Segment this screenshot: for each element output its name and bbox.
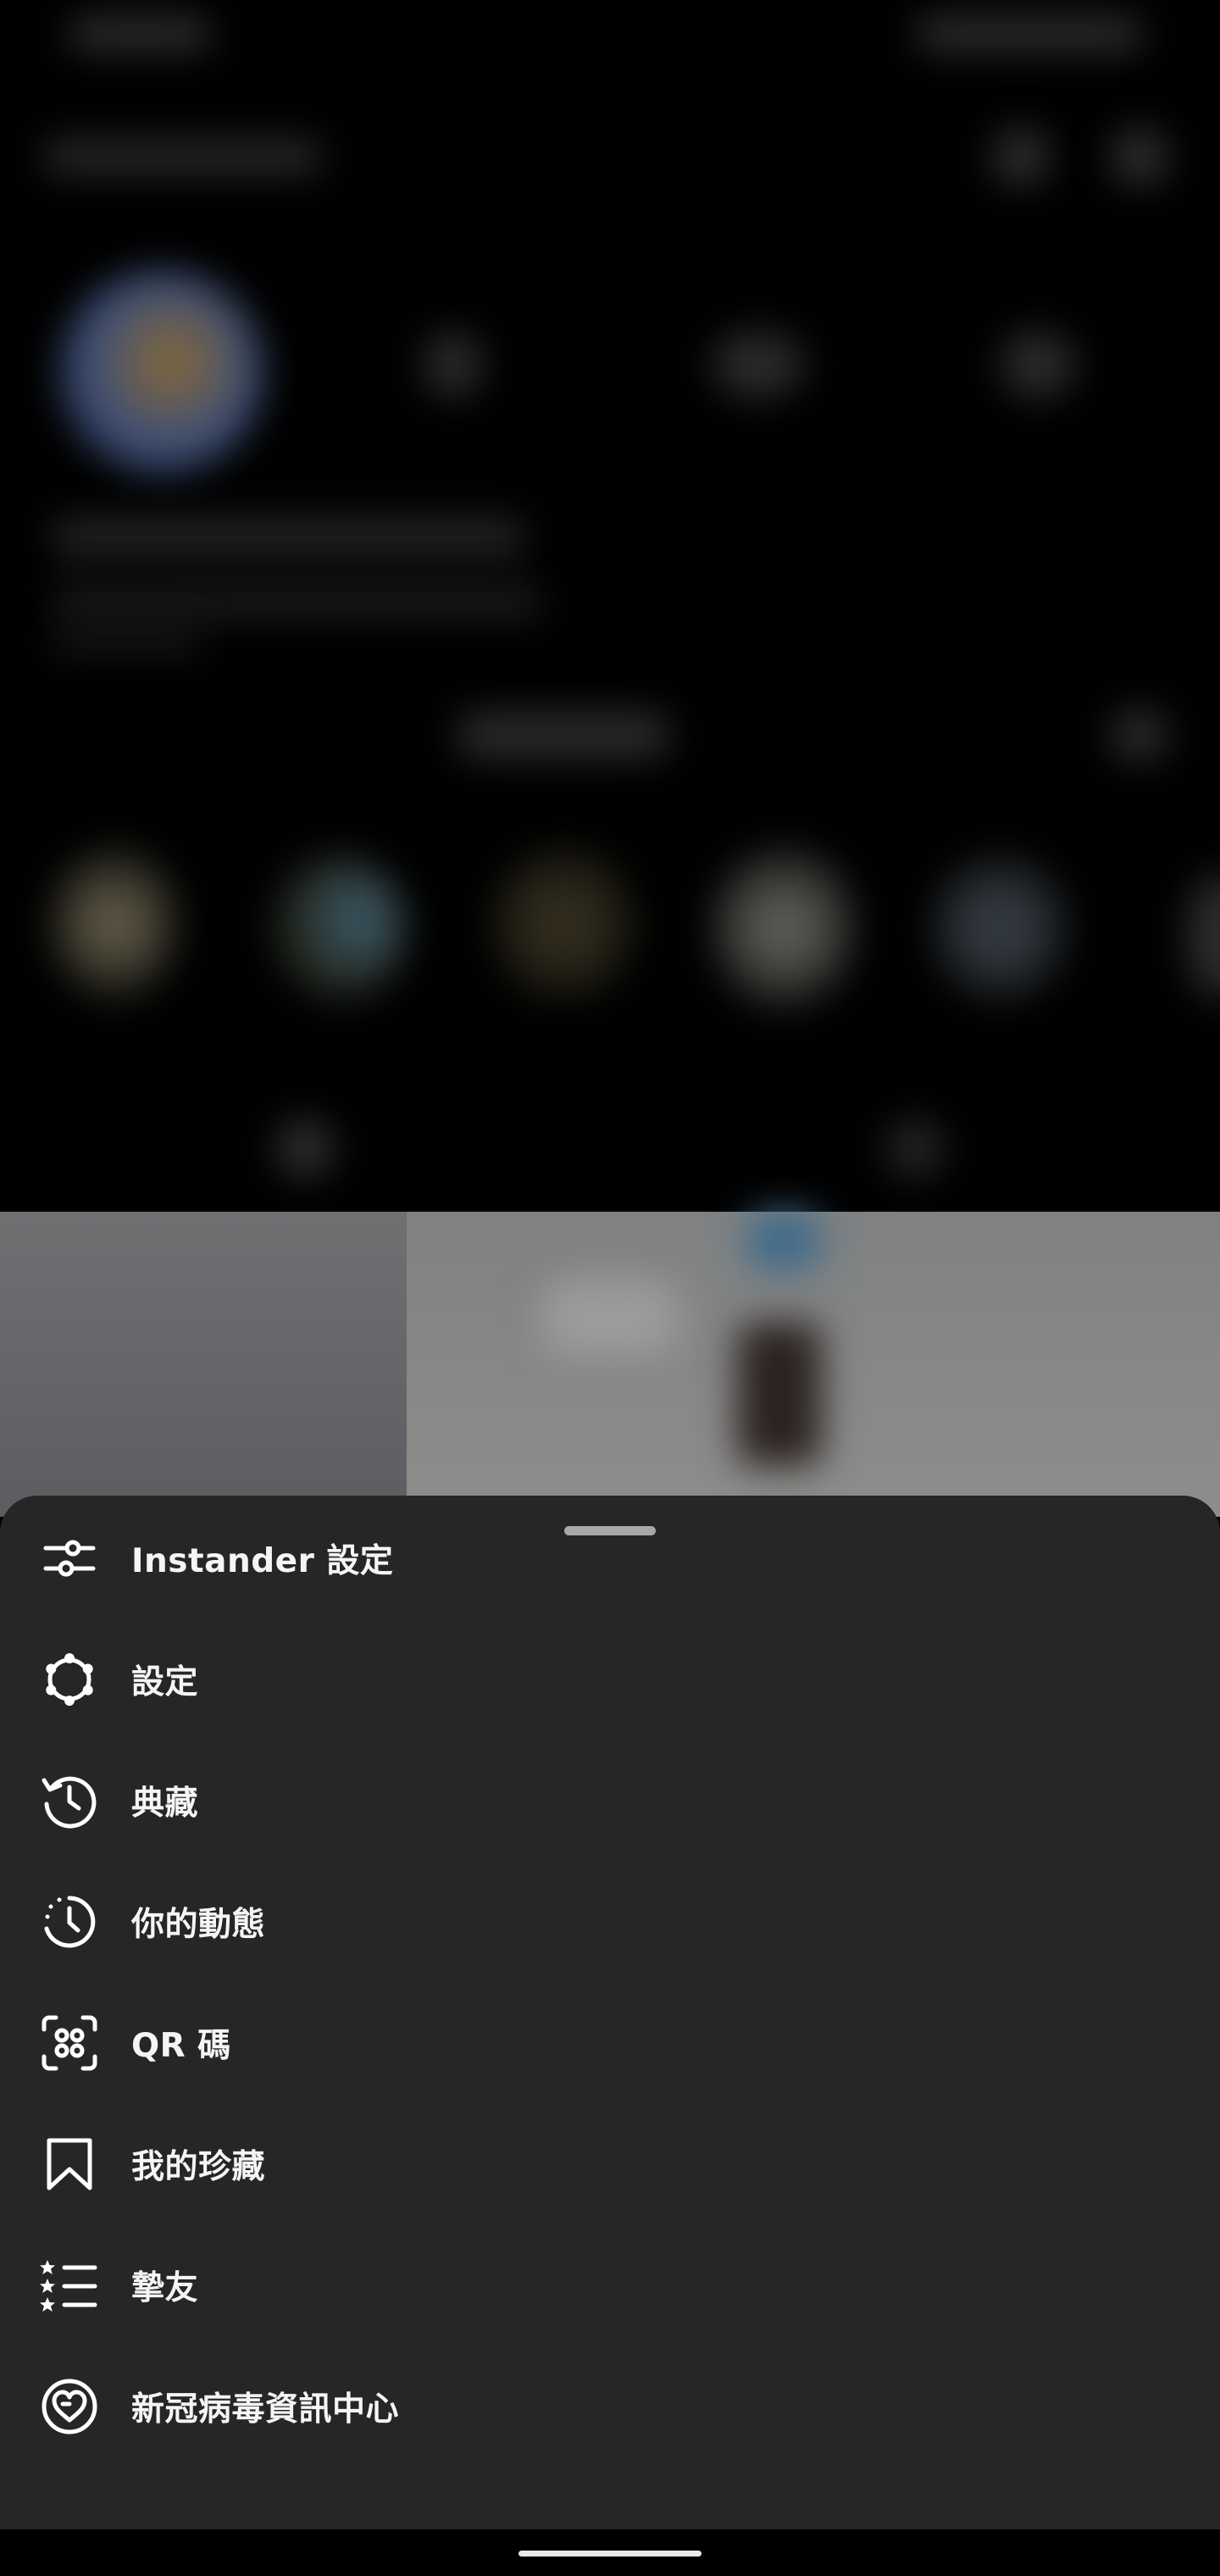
menu-item-qr-code[interactable]: QR 碼	[0, 1982, 1220, 2103]
discover-button-blur	[1110, 708, 1169, 763]
blurred-profile-background[interactable]	[0, 0, 1220, 1517]
sliders-icon	[39, 1528, 100, 1589]
highlight-blur	[932, 856, 1068, 1000]
archive-history-icon	[39, 1770, 100, 1831]
photo-grid-blur	[0, 1212, 1220, 1517]
highlight-blur	[491, 847, 635, 1000]
qr-code-icon	[39, 2012, 100, 2074]
tagged-tab-blur	[885, 1119, 945, 1178]
menu-item-label: 我的珍藏	[131, 2147, 266, 2186]
menu-item-label: 摯友	[131, 2268, 199, 2307]
photo-detail-blur	[542, 1280, 678, 1356]
highlight-blur	[712, 847, 856, 1008]
status-bar-icons-blur	[915, 17, 1144, 51]
options-bottom-sheet: Instander 設定 設定 典藏 你的動態 QR 碼 我的珍藏 摯友 新冠病…	[0, 1496, 1220, 2529]
highlight-blur	[1186, 873, 1220, 1000]
menu-item-covid-info-center[interactable]: 新冠病毒資訊中心	[0, 2346, 1220, 2467]
status-bar-time-blur	[68, 17, 212, 51]
stat-posts-blur	[424, 330, 483, 398]
menu-item-label: 新冠病毒資訊中心	[131, 2390, 400, 2429]
menu-item-label: 典藏	[131, 1784, 199, 1823]
highlight-blur	[271, 856, 407, 1000]
edit-profile-button-blur	[458, 712, 669, 758]
activity-clock-icon	[39, 1891, 100, 1952]
close-friends-list-icon	[39, 2255, 100, 2316]
header-action-blur	[991, 127, 1051, 186]
bookmark-icon	[39, 2134, 100, 2195]
menu-item-label: Instander 設定	[131, 1541, 394, 1580]
covid-heart-icon	[39, 2376, 100, 2437]
avatar-blur	[59, 271, 263, 475]
menu-item-your-activity[interactable]: 你的動態	[0, 1861, 1220, 1982]
bio-line-blur	[51, 627, 203, 652]
username-blur	[42, 140, 322, 174]
bio-line-blur	[51, 585, 542, 619]
screen: Instander 設定 設定 典藏 你的動態 QR 碼 我的珍藏 摯友 新冠病…	[0, 0, 1220, 2576]
home-indicator[interactable]	[518, 2551, 702, 2557]
highlight-blur	[51, 847, 178, 1000]
stat-following-blur	[1000, 330, 1076, 398]
gear-icon	[39, 1649, 100, 1710]
menu-item-label: 設定	[131, 1663, 199, 1702]
menu-item-label: 你的動態	[131, 1905, 266, 1944]
menu-item-label: QR 碼	[131, 2026, 231, 2065]
photo-detail-blur	[737, 1322, 822, 1466]
header-menu-blur	[1110, 127, 1169, 186]
stat-followers-blur	[712, 330, 805, 398]
menu-item-archive[interactable]: 典藏	[0, 1740, 1220, 1861]
grid-tab-blur	[275, 1119, 335, 1178]
menu-item-settings[interactable]: 設定	[0, 1618, 1220, 1740]
system-navigation-bar	[0, 2529, 1220, 2576]
bio-line-blur	[51, 517, 525, 559]
photo-detail-blur	[746, 1212, 822, 1271]
menu-item-close-friends[interactable]: 摯友	[0, 2224, 1220, 2346]
menu-item-instander-settings[interactable]: Instander 設定	[0, 1497, 1220, 1618]
menu-item-saved[interactable]: 我的珍藏	[0, 2103, 1220, 2224]
photo-cell	[0, 1212, 407, 1517]
